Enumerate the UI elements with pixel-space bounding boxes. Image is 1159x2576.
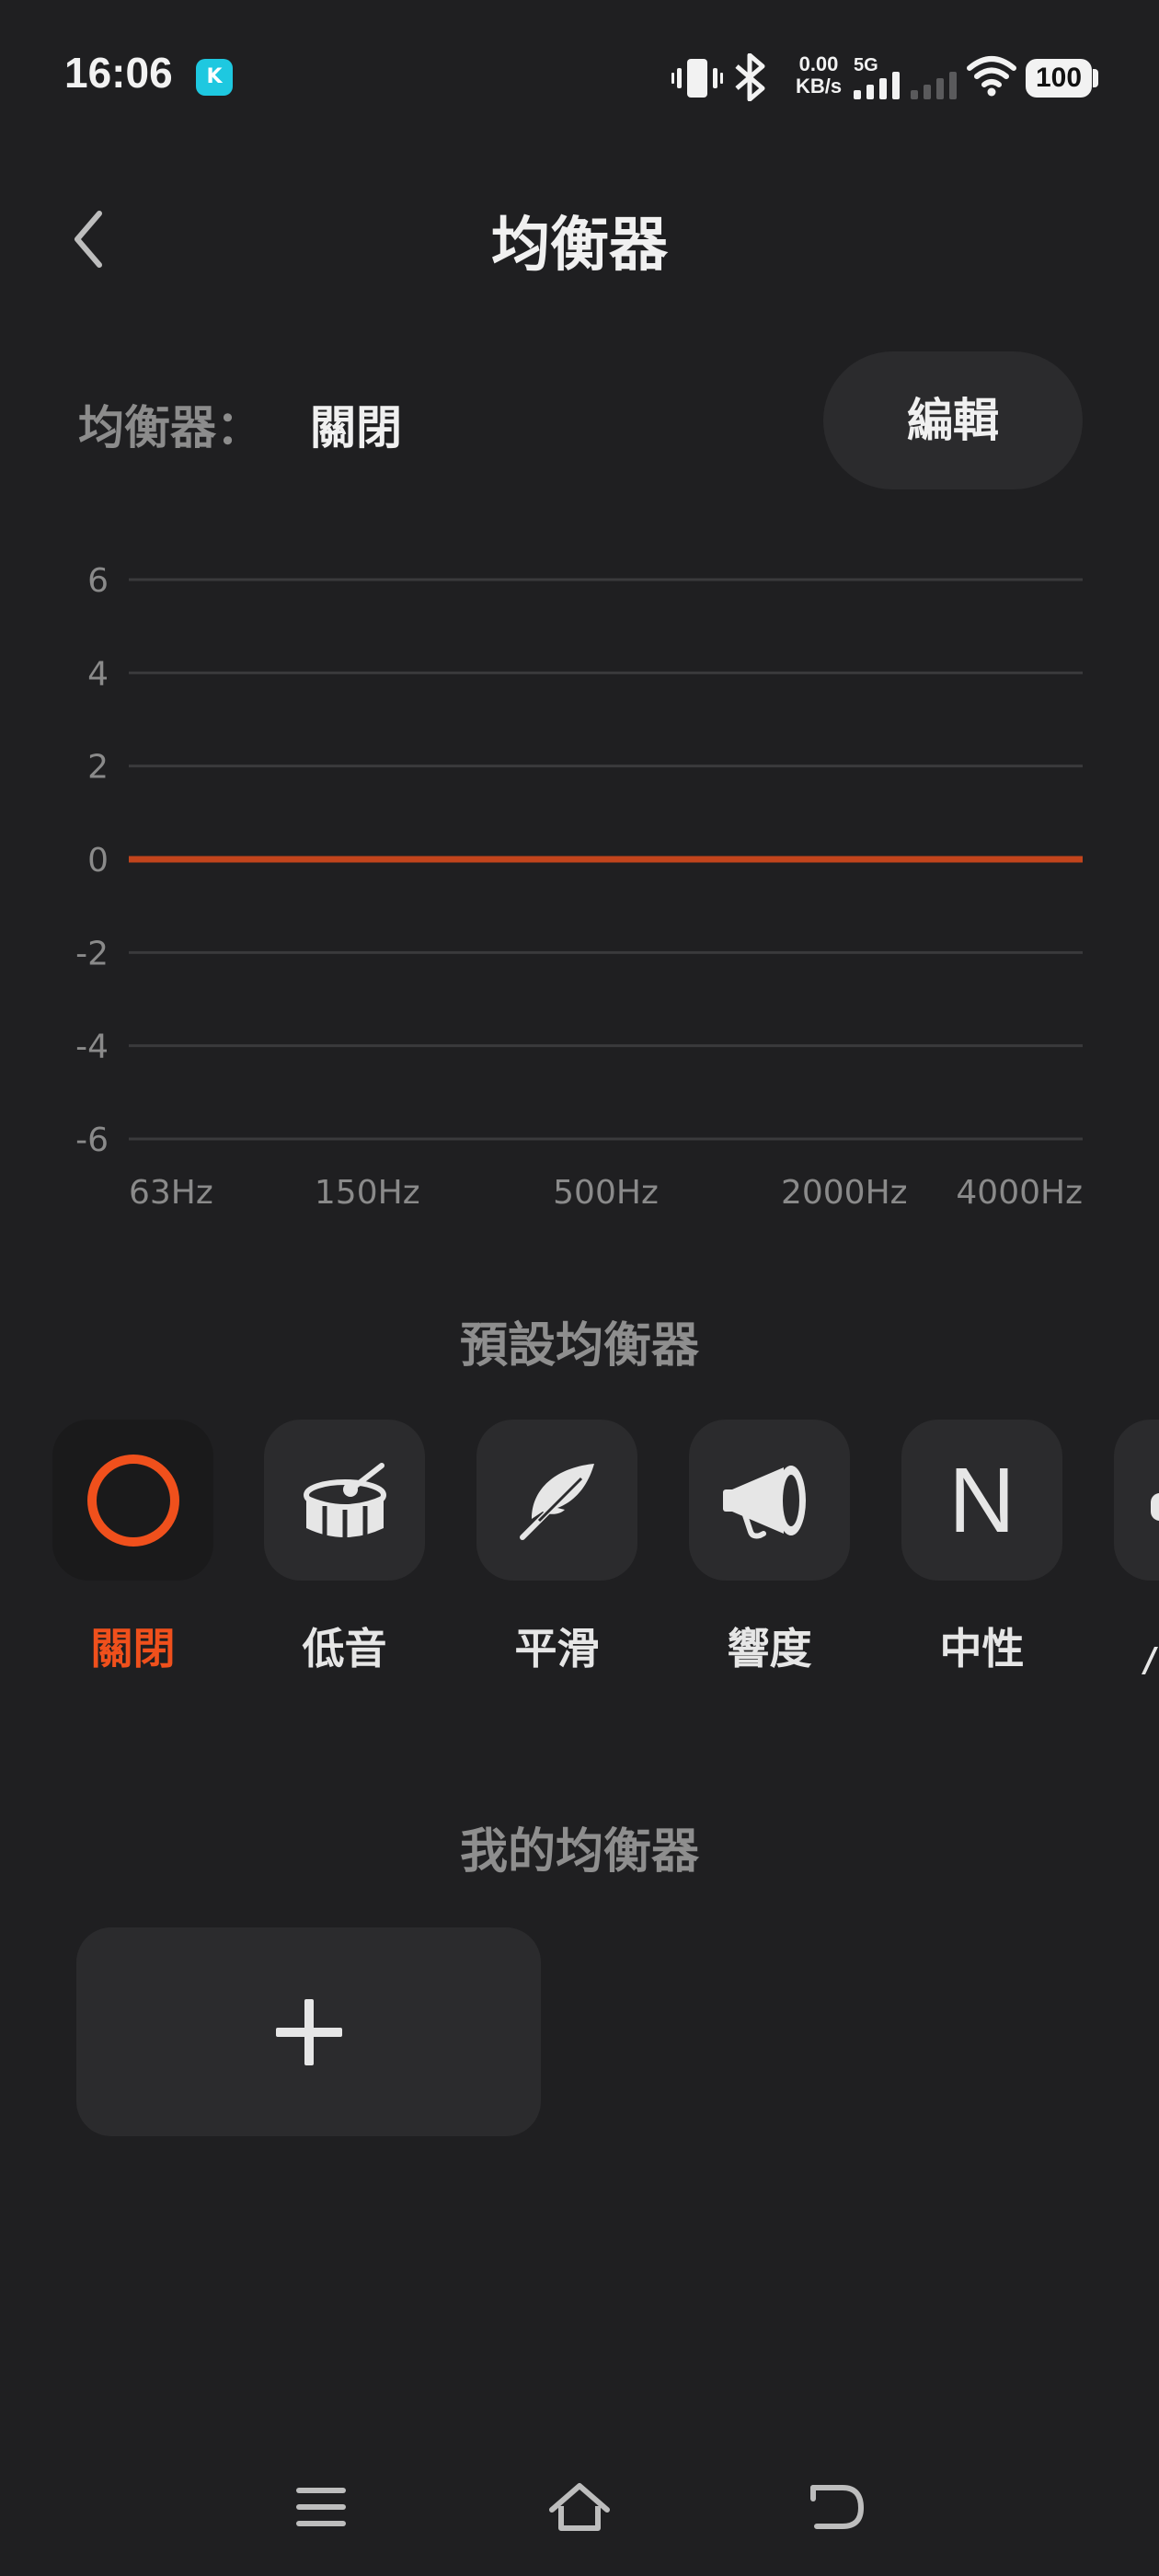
vibrate-icon	[671, 59, 723, 98]
x-tick-label: 150Hz	[315, 1174, 420, 1212]
preset-tile[interactable]	[1114, 1420, 1159, 1581]
add-custom-equalizer-button[interactable]	[76, 1927, 541, 2136]
equalizer-curve-chart: 6 4 2 0 -2 -4 -6 63Hz 150Hz 500Hz 2000Hz 4000Hz	[75, 562, 1083, 1212]
x-tick-label: 500Hz	[553, 1174, 659, 1212]
preset-label: 關閉	[90, 1624, 176, 1673]
return-icon	[810, 2485, 864, 2529]
status-time: 16:06	[64, 49, 173, 97]
preset-tile[interactable]	[52, 1420, 213, 1581]
preset-section-title: 預設均衡器	[459, 1318, 699, 1374]
ring-icon	[86, 1454, 179, 1547]
preset-label: 低音	[302, 1624, 387, 1673]
y-tick-label: 4	[87, 655, 109, 693]
y-tick-label: -2	[75, 935, 109, 972]
y-tick-label: -6	[75, 1121, 109, 1159]
battery-indicator: 100	[1026, 59, 1092, 98]
y-tick-label: 2	[87, 749, 109, 787]
equalizer-status-value: 關閉	[310, 401, 402, 454]
equalizer-status-label: 均衡器：	[78, 401, 262, 454]
preset-tile[interactable]	[689, 1420, 850, 1581]
y-tick-label: -4	[75, 1029, 109, 1066]
x-tick-label: 2000Hz	[781, 1174, 908, 1212]
edit-button[interactable]: 編輯	[823, 351, 1083, 489]
nav-back-button[interactable]	[800, 2475, 874, 2539]
preset-tile[interactable]: N	[901, 1420, 1062, 1581]
preset-label: 響度	[727, 1624, 812, 1673]
preset-overflow-item[interactable]	[1114, 1420, 1159, 1581]
megaphone-icon	[722, 1465, 806, 1538]
x-tick-label: 4000Hz	[956, 1174, 1083, 1212]
n-letter-icon: N	[948, 1448, 1016, 1552]
network-speed-value: 0.00	[798, 52, 839, 75]
battery-tip	[1093, 69, 1098, 87]
y-tick-label: 6	[87, 562, 109, 600]
preset-tile[interactable]	[264, 1420, 425, 1581]
y-tick-label: 0	[87, 842, 109, 880]
preset-tile[interactable]	[476, 1420, 637, 1581]
wifi-icon	[967, 56, 1016, 97]
feather-icon	[519, 1463, 594, 1540]
preset-label: 中性	[939, 1624, 1025, 1673]
home-icon	[549, 2483, 610, 2531]
preset-label: 平滑	[514, 1624, 600, 1673]
k-app-icon: K	[196, 59, 233, 96]
signal-strength-icon	[854, 72, 900, 99]
drum-icon	[303, 1462, 386, 1539]
partial-icon	[1151, 1493, 1159, 1521]
preset-loudness[interactable]: 響度	[689, 1420, 850, 1676]
x-tick-label: 63Hz	[129, 1174, 213, 1212]
network-speed-unit: KB/s	[795, 75, 843, 98]
nav-home-button[interactable]	[543, 2475, 616, 2539]
preset-neutral[interactable]: N 中性	[901, 1420, 1062, 1676]
preset-off[interactable]: 關閉	[52, 1420, 213, 1676]
my-equalizer-title: 我的均衡器	[459, 1824, 699, 1880]
partial-label-fragment	[1142, 1647, 1159, 1674]
bluetooth-icon	[735, 53, 765, 101]
signal-empty-icon	[911, 72, 957, 99]
preset-smooth[interactable]: 平滑	[476, 1420, 637, 1676]
menu-icon	[296, 2488, 346, 2526]
preset-bass[interactable]: 低音	[264, 1420, 425, 1676]
nav-menu-button[interactable]	[285, 2475, 359, 2539]
status-bar: 16:06 K 0.00 KB/s 5G 100	[0, 0, 1159, 156]
page-title: 均衡器	[491, 212, 668, 280]
plus-icon	[275, 1998, 342, 2065]
network-speed: 0.00 KB/s	[786, 53, 851, 98]
